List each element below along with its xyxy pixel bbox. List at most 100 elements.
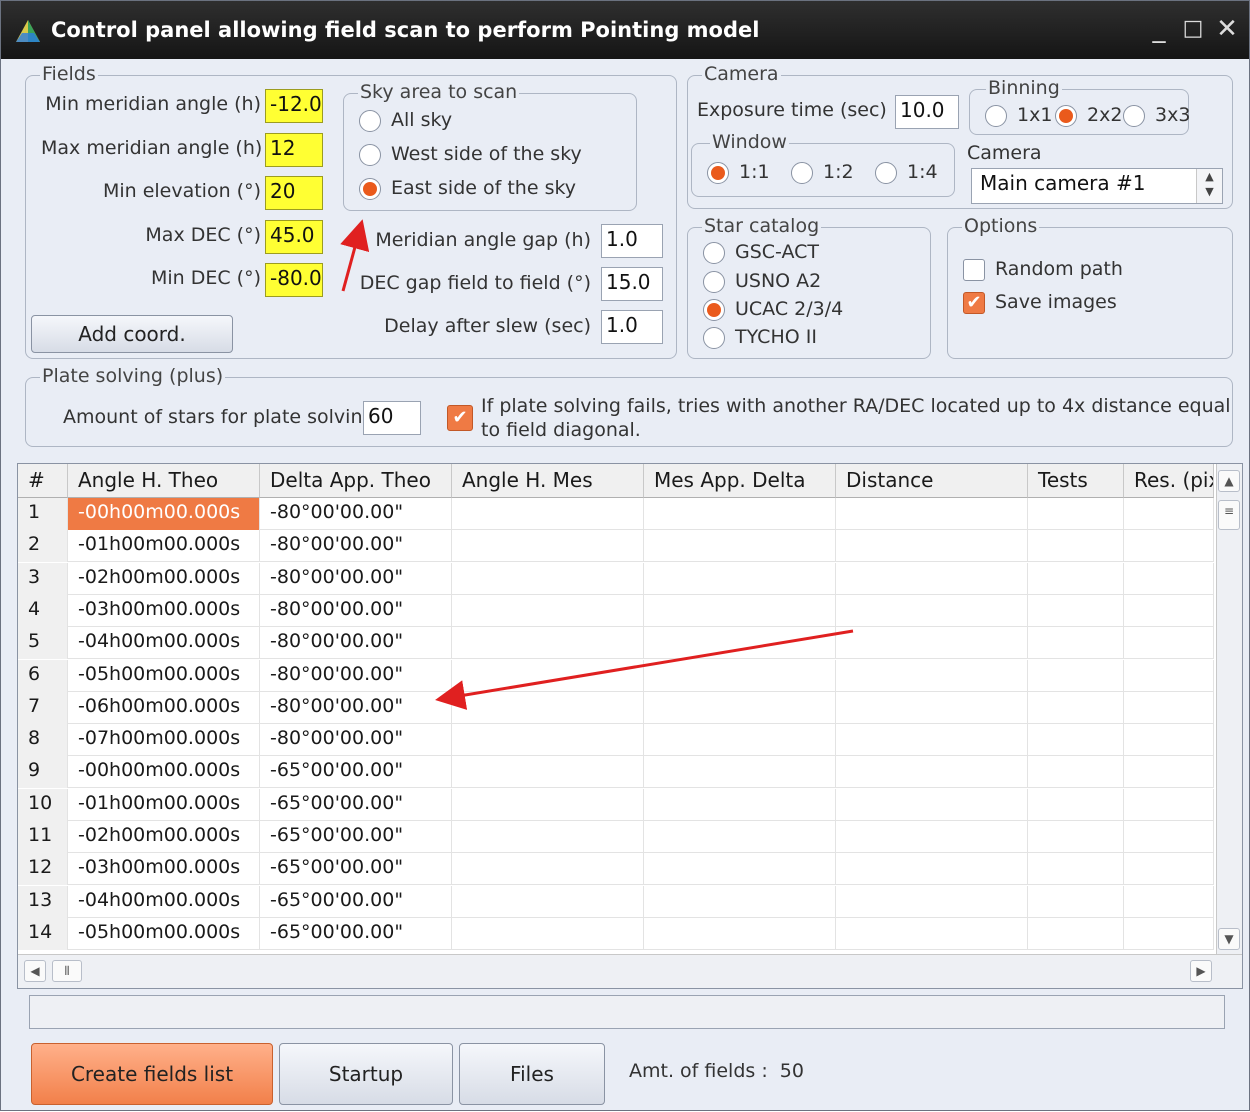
startup-button[interactable]: Startup: [279, 1043, 453, 1105]
table-cell[interactable]: [644, 821, 836, 853]
row-index-cell[interactable]: 10: [18, 788, 68, 821]
table-cell[interactable]: -65°00'00.00": [260, 756, 452, 789]
table-cell[interactable]: [836, 853, 1028, 886]
table-cell[interactable]: [452, 594, 644, 627]
table-cell[interactable]: [644, 659, 836, 692]
table-cell[interactable]: [1028, 788, 1124, 821]
table-cell[interactable]: -80°00'00.00": [260, 530, 452, 563]
table-cell[interactable]: [452, 562, 644, 595]
table-cell[interactable]: -02h00m00.000s: [68, 562, 260, 595]
table-cell[interactable]: [836, 659, 1028, 692]
table-cell[interactable]: -06h00m00.000s: [68, 691, 260, 724]
table-cell[interactable]: [836, 498, 1028, 530]
meridian-gap-input[interactable]: 1.0: [601, 224, 663, 258]
fields-table[interactable]: # Angle H. Theo Delta App. Theo Angle H.…: [17, 463, 1243, 989]
table-cell[interactable]: [1028, 917, 1124, 950]
table-cell[interactable]: [644, 594, 836, 627]
table-cell[interactable]: -80°00'00.00": [260, 498, 452, 530]
table-row[interactable]: 10 -01h00m00.000s -65°00'00.00": [18, 788, 1214, 821]
table-row[interactable]: 4 -03h00m00.000s -80°00'00.00": [18, 594, 1214, 627]
table-cell[interactable]: [836, 594, 1028, 627]
scroll-up-icon[interactable]: ▲: [1218, 470, 1240, 492]
table-row[interactable]: 9 -00h00m00.000s -65°00'00.00": [18, 756, 1214, 789]
table-cell[interactable]: [836, 562, 1028, 595]
scroll-down-icon[interactable]: ▼: [1218, 928, 1240, 950]
table-cell[interactable]: -65°00'00.00": [260, 917, 452, 950]
table-row[interactable]: 5 -04h00m00.000s -80°00'00.00": [18, 627, 1214, 660]
table-cell[interactable]: [836, 917, 1028, 950]
row-index-cell[interactable]: 12: [18, 853, 68, 886]
scroll-left-icon[interactable]: ◀: [24, 960, 46, 982]
table-cell[interactable]: -65°00'00.00": [260, 885, 452, 918]
radio-window-1-2[interactable]: [791, 162, 813, 184]
table-cell[interactable]: [644, 724, 836, 757]
table-cell[interactable]: [1028, 885, 1124, 918]
radio-binning-3x3[interactable]: [1123, 105, 1145, 127]
min-meridian-input[interactable]: -12.0: [265, 89, 323, 123]
table-cell[interactable]: [644, 756, 836, 789]
table-cell[interactable]: -02h00m00.000s: [68, 821, 260, 853]
table-cell[interactable]: [644, 562, 836, 595]
table-cell[interactable]: [836, 530, 1028, 563]
table-row[interactable]: 6 -05h00m00.000s -80°00'00.00": [18, 659, 1214, 692]
radio-east-side[interactable]: [359, 178, 381, 200]
row-index-cell[interactable]: 3: [18, 562, 68, 595]
row-index-cell[interactable]: 5: [18, 627, 68, 660]
table-cell[interactable]: [1028, 756, 1124, 789]
radio-tycho-ii[interactable]: [703, 327, 725, 349]
table-cell[interactable]: [836, 627, 1028, 660]
table-cell[interactable]: -65°00'00.00": [260, 853, 452, 886]
table-cell[interactable]: -80°00'00.00": [260, 659, 452, 692]
table-cell[interactable]: -80°00'00.00": [260, 724, 452, 757]
table-cell[interactable]: [452, 756, 644, 789]
column-header-residual[interactable]: Res. (pix: [1124, 464, 1214, 498]
maximize-icon[interactable]: □: [1179, 15, 1207, 43]
table-cell[interactable]: -03h00m00.000s: [68, 853, 260, 886]
exposure-input[interactable]: 10.0: [895, 95, 959, 129]
table-cell[interactable]: [452, 788, 644, 821]
table-cell[interactable]: [1028, 853, 1124, 886]
files-button[interactable]: Files: [459, 1043, 605, 1105]
table-cell[interactable]: [836, 724, 1028, 757]
table-row[interactable]: 2 -01h00m00.000s -80°00'00.00": [18, 530, 1214, 563]
column-header-distance[interactable]: Distance: [836, 464, 1028, 498]
row-index-cell[interactable]: 6: [18, 659, 68, 692]
table-row[interactable]: 7 -06h00m00.000s -80°00'00.00": [18, 691, 1214, 724]
table-row[interactable]: 12 -03h00m00.000s -65°00'00.00": [18, 853, 1214, 886]
vertical-scrollbar[interactable]: ▲ ≡ ▼: [1216, 464, 1242, 954]
star-amount-input[interactable]: 60: [363, 401, 421, 435]
table-cell[interactable]: [1028, 691, 1124, 724]
table-row[interactable]: 3 -02h00m00.000s -80°00'00.00": [18, 562, 1214, 595]
h-scroll-thumb[interactable]: ⦀: [52, 960, 82, 982]
table-cell[interactable]: [452, 821, 644, 853]
min-dec-input[interactable]: -80.0: [265, 263, 323, 297]
table-cell[interactable]: [1124, 594, 1214, 627]
table-cell[interactable]: [1124, 724, 1214, 757]
table-cell[interactable]: [1124, 917, 1214, 950]
table-cell[interactable]: [1028, 821, 1124, 853]
radio-window-1-4[interactable]: [875, 162, 897, 184]
table-cell[interactable]: [644, 691, 836, 724]
table-cell[interactable]: -80°00'00.00": [260, 627, 452, 660]
table-cell[interactable]: [1028, 562, 1124, 595]
table-row[interactable]: 14 -05h00m00.000s -65°00'00.00": [18, 917, 1214, 950]
create-fields-list-button[interactable]: Create fields list: [31, 1043, 273, 1105]
radio-ucac[interactable]: [703, 299, 725, 321]
table-cell[interactable]: [836, 788, 1028, 821]
column-header-angle-h-theo[interactable]: Angle H. Theo: [68, 464, 260, 498]
table-cell[interactable]: [1028, 530, 1124, 563]
row-index-cell[interactable]: 14: [18, 917, 68, 950]
row-index-cell[interactable]: 9: [18, 756, 68, 789]
table-cell[interactable]: -05h00m00.000s: [68, 917, 260, 950]
table-cell[interactable]: [1028, 498, 1124, 530]
table-cell[interactable]: [1124, 756, 1214, 789]
table-cell[interactable]: -65°00'00.00": [260, 821, 452, 853]
table-cell[interactable]: [452, 659, 644, 692]
max-meridian-input[interactable]: 12: [265, 133, 323, 167]
table-cell[interactable]: [1124, 530, 1214, 563]
row-index-cell[interactable]: 4: [18, 594, 68, 627]
table-cell[interactable]: [452, 627, 644, 660]
column-header-index[interactable]: #: [18, 464, 68, 498]
table-cell[interactable]: [644, 885, 836, 918]
table-cell[interactable]: [836, 691, 1028, 724]
